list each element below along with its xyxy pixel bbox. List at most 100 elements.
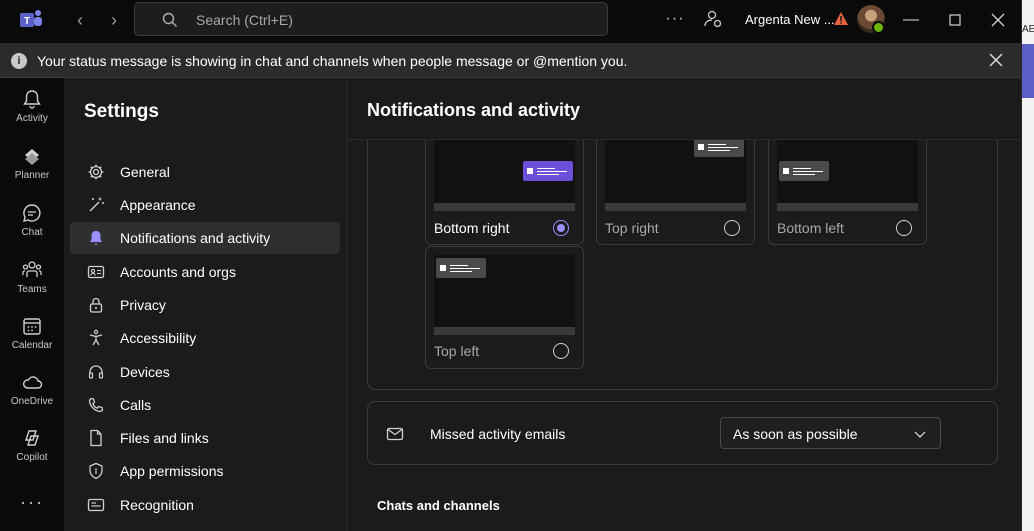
preview-toast — [523, 161, 573, 181]
settings-panel: Settings General Appearance Notification… — [64, 78, 347, 531]
rail-item-teams[interactable]: Teams — [0, 259, 64, 311]
position-label: Bottom left — [777, 220, 844, 236]
settings-item-label: Files and links — [120, 430, 209, 446]
minimize-icon[interactable]: — — [901, 10, 921, 30]
cloud-icon — [23, 376, 43, 389]
calendar-icon — [23, 318, 41, 335]
teams-logo-icon[interactable]: T — [18, 7, 44, 33]
rail-label: Activity — [16, 113, 48, 124]
settings-item-accounts[interactable]: Accounts and orgs — [70, 256, 340, 288]
copilot-icon — [25, 430, 39, 446]
bell-icon — [90, 231, 102, 245]
preview-toast — [436, 258, 486, 278]
missed-activity-setting: Missed activity emails As soon as possib… — [367, 401, 998, 465]
back-arrow-icon[interactable]: ‹ — [70, 10, 90, 30]
rail-label: Calendar — [11, 340, 53, 351]
search-placeholder: Search (Ctrl+E) — [196, 12, 293, 28]
accessibility-icon — [89, 329, 103, 346]
settings-item-label: Appearance — [120, 197, 196, 213]
rail-label: Chat — [21, 227, 43, 238]
preview-toast — [779, 161, 829, 181]
settings-item-label: Accounts and orgs — [120, 264, 236, 280]
settings-item-devices[interactable]: Devices — [70, 356, 340, 388]
preview-taskbar — [605, 203, 746, 211]
position-label: Top right — [605, 220, 659, 236]
position-label: Top left — [434, 343, 480, 359]
id-card-icon — [87, 265, 105, 279]
rail-item-activity[interactable]: Activity — [0, 88, 64, 140]
lock-icon — [89, 297, 103, 313]
settings-item-files[interactable]: Files and links — [70, 422, 340, 454]
preview-toast — [694, 137, 744, 157]
rail-label: Teams — [17, 284, 47, 295]
position-radio[interactable] — [553, 220, 569, 236]
close-icon[interactable] — [986, 50, 1006, 70]
title-bar: T ‹ › Search (Ctrl+E) ··· Argenta New ..… — [0, 0, 1021, 42]
maximize-icon[interactable] — [945, 10, 965, 30]
warning-icon[interactable] — [833, 11, 849, 27]
settings-item-privacy[interactable]: Privacy — [70, 289, 340, 321]
missed-activity-dropdown[interactable]: As soon as possible — [720, 417, 941, 449]
settings-item-label: Calls — [120, 397, 152, 413]
position-option-top-left[interactable]: Top left — [425, 246, 584, 369]
org-name[interactable]: Argenta New ... — [745, 12, 835, 27]
close-window-icon[interactable] — [988, 10, 1008, 30]
settings-item-label: Devices — [120, 364, 170, 380]
rail-label: Planner — [14, 170, 50, 181]
status-message-banner: i Your status message is showing in chat… — [0, 43, 1021, 78]
forward-arrow-icon[interactable]: › — [104, 10, 124, 30]
bell-icon — [23, 90, 41, 109]
banner-message: Your status message is showing in chat a… — [37, 53, 628, 69]
position-radio[interactable] — [896, 220, 912, 236]
settings-item-label: Recognition — [120, 497, 194, 513]
more-apps-icon[interactable]: ··· — [0, 492, 64, 513]
background-window-edge: AE — [1021, 0, 1034, 531]
gear-icon — [88, 164, 104, 180]
rail-item-planner[interactable]: Planner — [0, 145, 64, 197]
search-input[interactable]: Search (Ctrl+E) — [134, 2, 608, 36]
svg-text:T: T — [24, 16, 30, 27]
rail-item-chat[interactable]: Chat — [0, 202, 64, 254]
chevron-down-icon — [914, 431, 926, 438]
rail-item-copilot[interactable]: Copilot — [0, 427, 64, 479]
settings-item-general[interactable]: General — [70, 156, 340, 188]
search-icon — [162, 12, 177, 27]
settings-item-label: Notifications and activity — [120, 230, 271, 246]
more-options-icon[interactable]: ··· — [664, 8, 686, 30]
preview-taskbar — [777, 203, 918, 211]
headset-icon — [88, 365, 104, 379]
info-icon: i — [11, 53, 27, 69]
mail-icon — [386, 427, 404, 441]
rail-item-calendar[interactable]: Calendar — [0, 315, 64, 367]
preview-screen — [434, 255, 575, 327]
position-radio[interactable] — [724, 220, 740, 236]
position-label: Bottom right — [434, 220, 510, 236]
settings-item-accessibility[interactable]: Accessibility — [70, 322, 340, 354]
section-title-chats: Chats and channels — [377, 498, 500, 513]
rail-label: Copilot — [16, 452, 48, 463]
main-header: Notifications and activity — [347, 78, 1021, 140]
settings-item-recognition[interactable]: Recognition — [70, 489, 340, 521]
planner-icon — [25, 149, 39, 165]
settings-item-notifications[interactable]: Notifications and activity — [70, 222, 340, 254]
settings-item-label: App permissions — [120, 463, 224, 479]
presence-available-icon — [872, 21, 885, 34]
rail-label: OneDrive — [10, 396, 54, 407]
teams-icon — [22, 261, 42, 277]
phone-icon — [88, 397, 104, 413]
teams-window: T ‹ › Search (Ctrl+E) ··· Argenta New ..… — [0, 0, 1034, 531]
rail-item-onedrive[interactable]: OneDrive — [0, 371, 64, 423]
settings-item-label: Accessibility — [120, 330, 197, 346]
settings-item-label: General — [120, 164, 170, 180]
preview-taskbar — [434, 327, 575, 335]
settings-item-calls[interactable]: Calls — [70, 389, 340, 421]
magic-wand-icon — [89, 197, 104, 212]
background-window-accent — [1022, 44, 1034, 98]
settings-item-app-permissions[interactable]: App permissions — [70, 455, 340, 487]
people-settings-icon[interactable] — [703, 9, 723, 29]
app-rail: Activity Planner Chat Teams Calendar One… — [0, 78, 64, 531]
position-radio[interactable] — [553, 343, 569, 359]
settings-item-appearance[interactable]: Appearance — [70, 189, 340, 221]
shield-icon — [89, 462, 103, 480]
settings-title: Settings — [84, 101, 159, 122]
